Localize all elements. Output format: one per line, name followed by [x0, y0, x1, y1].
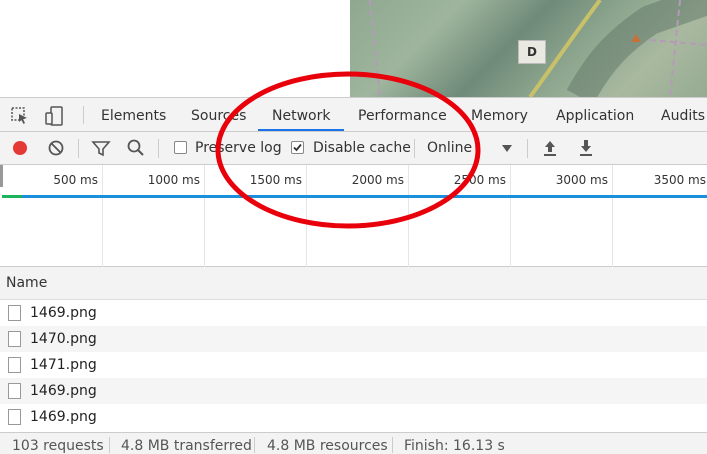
timeline-tick-label: 1000 ms [147, 173, 200, 187]
timeline-tick-label: 3000 ms [555, 173, 608, 187]
disable-cache-checkbox[interactable] [291, 141, 304, 154]
timeline-handle[interactable] [0, 165, 3, 187]
status-resources: 4.8 MB resources [267, 438, 388, 454]
request-list: 1469.png 1470.png 1471.png 1469.png 1469… [0, 300, 707, 430]
devtools-tab-bar: Elements Sources Network Performance Mem… [0, 97, 707, 132]
file-icon [8, 331, 21, 347]
timeline-gridline [612, 165, 613, 267]
tab-sources[interactable]: Sources [191, 98, 246, 131]
timeline-gridline [408, 165, 409, 267]
preserve-log-checkbox[interactable] [174, 141, 187, 154]
status-divider [392, 437, 393, 453]
tab-elements[interactable]: Elements [101, 98, 166, 131]
status-finish: Finish: 16.13 s [404, 438, 505, 454]
table-row[interactable]: 1469.png [0, 300, 707, 326]
request-name: 1471.png [30, 357, 97, 373]
status-divider [109, 437, 110, 453]
timeline-tick-label: 1500 ms [249, 173, 302, 187]
search-icon[interactable] [126, 138, 146, 158]
tab-memory[interactable]: Memory [471, 98, 528, 131]
toolbar-divider [158, 139, 159, 158]
timeline-tick-label: 2000 ms [351, 173, 404, 187]
request-name: 1469.png [30, 383, 97, 399]
status-requests: 103 requests [12, 438, 104, 454]
timeline-request-bar [22, 195, 707, 198]
record-button[interactable] [10, 138, 30, 158]
timeline-dom-bar [2, 195, 22, 198]
toolbar-divider [83, 106, 84, 124]
file-icon [8, 305, 21, 321]
disable-cache-label[interactable]: Disable cache [313, 140, 411, 156]
timeline-gridline [204, 165, 205, 267]
file-icon [8, 383, 21, 399]
request-name: 1470.png [30, 331, 97, 347]
tab-performance[interactable]: Performance [358, 98, 447, 131]
export-har-icon[interactable] [576, 138, 596, 158]
file-icon [8, 357, 21, 373]
toolbar-divider [414, 139, 415, 158]
timeline-tick-label: 2500 ms [453, 173, 506, 187]
column-header-name[interactable]: Name [0, 267, 707, 300]
timeline-tick-label: 500 ms [53, 173, 98, 187]
inspect-element-icon[interactable] [10, 106, 30, 126]
map-marker-label[interactable]: D [518, 40, 546, 64]
table-row[interactable]: 1469.png [0, 378, 707, 404]
timeline-gridline [102, 165, 103, 267]
request-name: 1469.png [30, 409, 97, 425]
import-har-icon[interactable] [540, 138, 560, 158]
filter-icon[interactable] [91, 138, 111, 158]
timeline-gridline [306, 165, 307, 267]
timeline-tick-label: 3500 ms [653, 173, 706, 187]
table-row[interactable]: 1469.png [0, 404, 707, 430]
status-transferred: 4.8 MB transferred [121, 438, 252, 454]
request-name: 1469.png [30, 305, 97, 321]
status-divider [254, 437, 255, 453]
timeline-gridline [510, 165, 511, 267]
device-toolbar-icon[interactable] [44, 106, 64, 126]
toolbar-divider [78, 139, 79, 158]
network-toolbar: Preserve log Disable cache Online [0, 132, 707, 165]
tab-application[interactable]: Application [556, 98, 634, 131]
file-icon [8, 409, 21, 425]
toolbar-divider [527, 139, 528, 158]
throttling-select[interactable]: Online [427, 140, 472, 156]
timeline-overview[interactable]: 500 ms 1000 ms 1500 ms 2000 ms 2500 ms 3… [0, 165, 707, 267]
chevron-down-icon[interactable] [502, 145, 512, 152]
status-bar: 103 requests 4.8 MB transferred 4.8 MB r… [0, 432, 707, 454]
tab-audits[interactable]: Audits [661, 98, 705, 131]
page-viewport: D [0, 0, 707, 97]
table-row[interactable]: 1471.png [0, 352, 707, 378]
clear-icon[interactable] [46, 138, 66, 158]
tab-network[interactable]: Network [258, 98, 345, 131]
preserve-log-label[interactable]: Preserve log [195, 140, 282, 156]
table-row[interactable]: 1470.png [0, 326, 707, 352]
